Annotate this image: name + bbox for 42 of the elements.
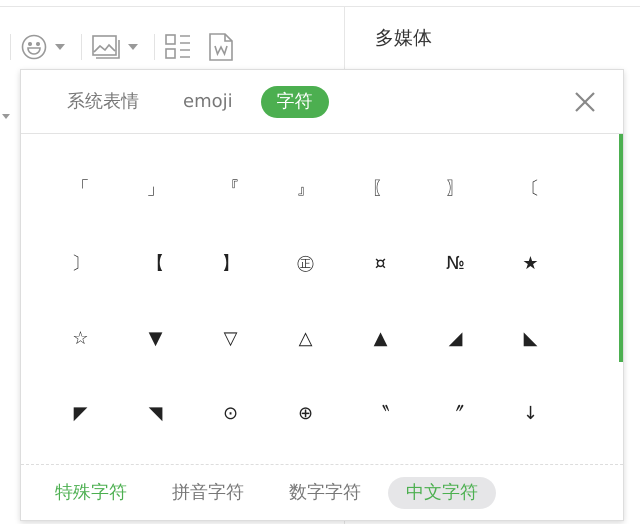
smiley-icon[interactable]	[21, 34, 47, 60]
symbol-character[interactable]: 】	[222, 254, 240, 272]
symbol-character[interactable]: 『	[222, 180, 240, 198]
symbol-character[interactable]: 」	[146, 180, 164, 198]
symbol-character[interactable]: 〔	[522, 180, 540, 198]
symbol-character[interactable]: ★	[522, 254, 539, 272]
popup-tab[interactable]: emoji	[167, 86, 249, 118]
panel-title: 多媒体	[375, 26, 433, 51]
symbol-character[interactable]: ◣	[524, 330, 538, 348]
symbol-character[interactable]: ▽	[224, 330, 238, 348]
image-icon[interactable]	[92, 34, 120, 60]
symbol-character[interactable]: 〝	[372, 404, 390, 422]
symbol-character[interactable]: ㊣	[296, 254, 314, 272]
symbol-character[interactable]: ◢	[448, 330, 462, 348]
symbol-character[interactable]: ▼	[148, 330, 162, 348]
symbol-character[interactable]: ◤	[74, 404, 88, 422]
symbol-character[interactable]: ¤	[374, 254, 386, 272]
caret-icon[interactable]	[128, 44, 138, 50]
symbol-character[interactable]: №	[446, 254, 465, 272]
symbol-character[interactable]: ⊙	[222, 404, 238, 422]
popup-tab[interactable]: 系统表情	[51, 86, 155, 118]
scrollbar-thumb[interactable]	[619, 134, 623, 362]
caret-icon[interactable]	[55, 44, 65, 50]
symbol-character[interactable]: 「	[72, 180, 90, 198]
symbol-character[interactable]: 』	[296, 180, 314, 198]
symbol-character[interactable]: 〕	[72, 254, 90, 272]
close-icon[interactable]	[575, 92, 595, 112]
symbol-character[interactable]: ⊕	[298, 404, 314, 422]
symbol-character[interactable]: ↓	[522, 404, 538, 422]
symbol-character[interactable]: 〞	[446, 404, 464, 422]
word-document-icon[interactable]	[209, 33, 233, 61]
symbol-character[interactable]: △	[298, 330, 312, 348]
layout-grid-icon[interactable]	[165, 34, 191, 60]
symbol-character[interactable]: ☆	[72, 330, 89, 348]
symbol-character[interactable]: 〖	[372, 180, 390, 198]
category-tab[interactable]: 数字字符	[271, 476, 379, 508]
category-tab[interactable]: 拼音字符	[154, 476, 262, 508]
symbol-character[interactable]: 【	[146, 254, 164, 272]
caret-icon[interactable]	[2, 114, 10, 119]
symbol-character[interactable]: ▲	[374, 330, 388, 348]
symbol-character[interactable]: ◥	[148, 404, 162, 422]
symbol-character[interactable]: 〗	[446, 180, 464, 198]
